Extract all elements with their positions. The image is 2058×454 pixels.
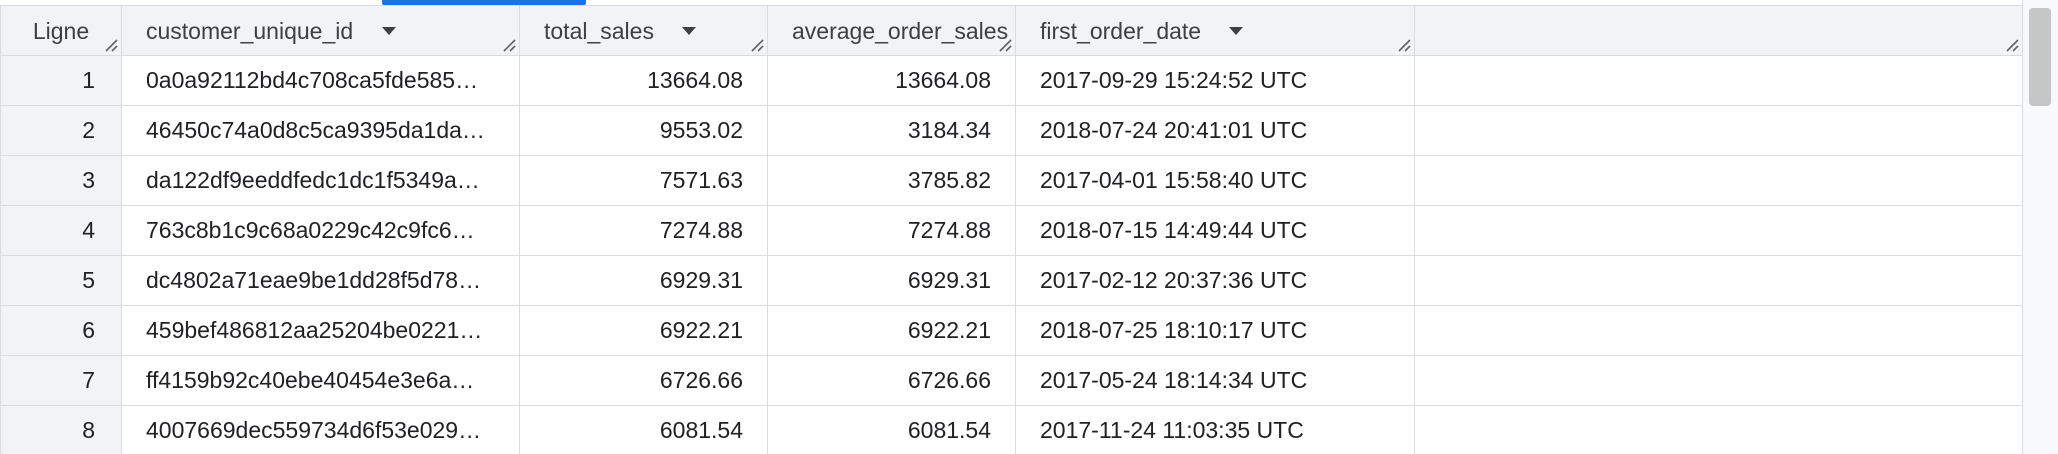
first-order-date-cell[interactable]: 2017-02-12 20:37:36 UTC [1015, 255, 1415, 306]
column-header-customer-unique-id[interactable]: customer_unique_id [121, 5, 520, 56]
table-row[interactable]: 8 4007669dec559734d6f53e029… 6081.54 608… [0, 405, 2023, 454]
total-sales-cell[interactable]: 6726.66 [519, 355, 768, 406]
customer-unique-id-cell[interactable]: 459bef486812aa25204be0221… [121, 305, 520, 356]
first-order-date-cell[interactable]: 2018-07-25 18:10:17 UTC [1015, 305, 1415, 356]
column-header-label: total_sales [544, 17, 654, 44]
empty-filler-cell [1414, 305, 2023, 356]
first-order-date-cell[interactable]: 2017-05-24 18:14:34 UTC [1015, 355, 1415, 406]
query-results-viewport: Ligne customer_unique_id total_sales ave… [0, 0, 2058, 454]
average-order-sales-cell[interactable]: 6081.54 [767, 405, 1016, 454]
average-order-sales-cell[interactable]: 6922.21 [767, 305, 1016, 356]
table-row[interactable]: 5 dc4802a71eae9be1dd28f5d78… 6929.31 692… [0, 255, 2023, 306]
resize-handle-icon[interactable] [1397, 38, 1411, 52]
column-header-first-order-date[interactable]: first_order_date [1015, 5, 1415, 56]
column-header-label: average_order_sales [792, 17, 1009, 44]
average-order-sales-cell[interactable]: 6726.66 [767, 355, 1016, 406]
average-order-sales-cell[interactable]: 3785.82 [767, 155, 1016, 206]
empty-filler-cell [1414, 355, 2023, 406]
empty-filler-cell [1414, 155, 2023, 206]
total-sales-cell[interactable]: 7571.63 [519, 155, 768, 206]
empty-filler-cell [1414, 55, 2023, 106]
column-header-row-number[interactable]: Ligne [0, 5, 122, 56]
row-number-cell: 5 [0, 255, 122, 306]
empty-filler-cell [1414, 205, 2023, 256]
column-header-total-sales[interactable]: total_sales [519, 5, 768, 56]
resize-handle-icon[interactable] [2005, 38, 2019, 52]
total-sales-cell[interactable]: 6922.21 [519, 305, 768, 356]
resize-handle-icon[interactable] [502, 38, 516, 52]
row-number-cell: 4 [0, 205, 122, 256]
resize-handle-icon[interactable] [998, 38, 1012, 52]
total-sales-cell[interactable]: 9553.02 [519, 105, 768, 156]
average-order-sales-cell[interactable]: 7274.88 [767, 205, 1016, 256]
column-header-filler [1414, 5, 2023, 56]
resize-handle-icon[interactable] [750, 38, 764, 52]
average-order-sales-cell[interactable]: 3184.34 [767, 105, 1016, 156]
chevron-down-icon[interactable] [381, 27, 396, 36]
total-sales-cell[interactable]: 13664.08 [519, 55, 768, 106]
table-row[interactable]: 1 0a0a92112bd4c708ca5fde585… 13664.08 13… [0, 55, 2023, 106]
empty-filler-cell [1414, 255, 2023, 306]
results-table: Ligne customer_unique_id total_sales ave… [0, 5, 2023, 454]
first-order-date-cell[interactable]: 2018-07-24 20:41:01 UTC [1015, 105, 1415, 156]
table-row[interactable]: 2 46450c74a0d8c5ca9395da1da… 9553.02 318… [0, 105, 2023, 156]
total-sales-cell[interactable]: 6929.31 [519, 255, 768, 306]
column-header-label: Ligne [32, 17, 90, 44]
column-header-label: first_order_date [1040, 17, 1202, 44]
table-row[interactable]: 6 459bef486812aa25204be0221… 6922.21 692… [0, 305, 2023, 356]
customer-unique-id-cell[interactable]: ff4159b92c40ebe40454e3e6a… [121, 355, 520, 406]
row-number-cell: 8 [0, 405, 122, 454]
total-sales-cell[interactable]: 6081.54 [519, 405, 768, 454]
empty-filler-cell [1414, 405, 2023, 454]
row-number-cell: 2 [0, 105, 122, 156]
table-header-row: Ligne customer_unique_id total_sales ave… [0, 5, 2023, 56]
chevron-down-icon[interactable] [682, 27, 697, 36]
customer-unique-id-cell[interactable]: da122df9eeddfedc1dc1f5349a… [121, 155, 520, 206]
customer-unique-id-cell[interactable]: dc4802a71eae9be1dd28f5d78… [121, 255, 520, 306]
first-order-date-cell[interactable]: 2018-07-15 14:49:44 UTC [1015, 205, 1415, 256]
customer-unique-id-cell[interactable]: 46450c74a0d8c5ca9395da1da… [121, 105, 520, 156]
customer-unique-id-cell[interactable]: 763c8b1c9c68a0229c42c9fc6… [121, 205, 520, 256]
customer-unique-id-cell[interactable]: 0a0a92112bd4c708ca5fde585… [121, 55, 520, 106]
empty-filler-cell [1414, 105, 2023, 156]
first-order-date-cell[interactable]: 2017-11-24 11:03:35 UTC [1015, 405, 1415, 454]
table-row[interactable]: 4 763c8b1c9c68a0229c42c9fc6… 7274.88 727… [0, 205, 2023, 256]
total-sales-cell[interactable]: 7274.88 [519, 205, 768, 256]
chevron-down-icon[interactable] [1229, 27, 1244, 36]
column-header-label: customer_unique_id [146, 17, 354, 44]
row-number-cell: 3 [0, 155, 122, 206]
resize-handle-icon[interactable] [104, 38, 118, 52]
row-number-cell: 1 [0, 55, 122, 106]
row-number-cell: 6 [0, 305, 122, 356]
vertical-scrollbar[interactable] [2022, 0, 2058, 454]
row-number-cell: 7 [0, 355, 122, 406]
average-order-sales-cell[interactable]: 13664.08 [767, 55, 1016, 106]
average-order-sales-cell[interactable]: 6929.31 [767, 255, 1016, 306]
customer-unique-id-cell[interactable]: 4007669dec559734d6f53e029… [121, 405, 520, 454]
first-order-date-cell[interactable]: 2017-09-29 15:24:52 UTC [1015, 55, 1415, 106]
column-header-average-order-sales[interactable]: average_order_sales [767, 5, 1016, 56]
table-row[interactable]: 3 da122df9eeddfedc1dc1f5349a… 7571.63 37… [0, 155, 2023, 206]
table-row[interactable]: 7 ff4159b92c40ebe40454e3e6a… 6726.66 672… [0, 355, 2023, 406]
scrollbar-thumb[interactable] [2029, 8, 2051, 106]
first-order-date-cell[interactable]: 2017-04-01 15:58:40 UTC [1015, 155, 1415, 206]
